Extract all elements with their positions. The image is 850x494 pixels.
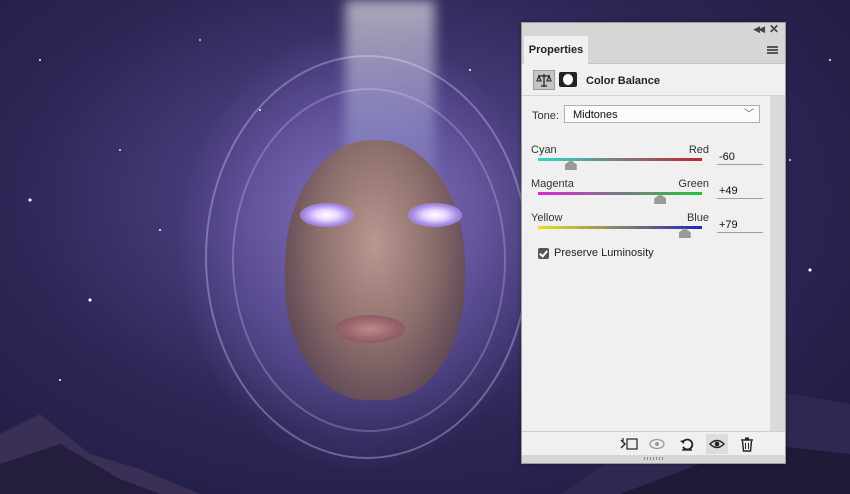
slider-track[interactable] (538, 192, 702, 195)
panel-menu-icon[interactable] (767, 46, 778, 54)
slider-left-label: Cyan (531, 144, 557, 156)
slider-right-label: Green (678, 178, 709, 190)
panel-content: Tone: Midtones ﹀ Cyan Red -60 Magenta Gr… (522, 96, 768, 431)
adjustment-title: Color Balance (586, 75, 660, 87)
clip-to-layer-icon (620, 438, 638, 450)
slider-value-field[interactable]: +79 (717, 218, 763, 233)
preserve-luminosity-checkbox[interactable] (538, 248, 549, 259)
view-previous-state-icon (649, 438, 665, 450)
delete-button[interactable] (736, 434, 758, 454)
slider-right-label: Red (688, 144, 709, 156)
clip-to-layer-button[interactable] (618, 434, 640, 454)
chevron-down-icon: ﹀ (744, 109, 754, 120)
panel-tabbar: Properties (522, 36, 785, 64)
slider-left-label: Yellow (531, 212, 563, 224)
glowing-eye-right (408, 203, 462, 227)
toggle-visibility-button[interactable] (706, 434, 728, 454)
delete-icon (741, 437, 753, 452)
properties-panel: ◀◀ ✕ Properties Color Balance Tone: Midt… (521, 22, 786, 464)
slider-right-label: Blue (686, 212, 709, 224)
tone-label: Tone: (532, 110, 559, 122)
reset-button[interactable] (676, 434, 698, 454)
tone-selected-value: Midtones (573, 109, 618, 121)
visibility-icon (709, 439, 725, 449)
slider-left-label: Magenta (531, 178, 574, 190)
tone-select[interactable]: Midtones ﹀ (564, 105, 760, 123)
slider-track[interactable] (538, 158, 702, 161)
slider-value-field[interactable]: -60 (717, 150, 763, 165)
yellow-blue-slider: Yellow Blue +79 (522, 212, 768, 252)
view-previous-state-button[interactable] (646, 434, 668, 454)
preserve-luminosity-label: Preserve Luminosity (554, 247, 654, 259)
reset-icon (680, 438, 694, 451)
close-icon[interactable]: ✕ (769, 22, 779, 36)
slider-track[interactable] (538, 226, 702, 229)
tab-properties[interactable]: Properties (524, 36, 588, 64)
panel-titlebar[interactable]: ◀◀ ✕ (522, 22, 785, 36)
adjustment-header: Color Balance (522, 65, 785, 96)
panel-footer (522, 431, 785, 456)
color-balance-icon[interactable] (533, 70, 555, 90)
scrollbar[interactable] (770, 96, 785, 431)
glowing-eye-left (300, 203, 354, 227)
slider-value-field[interactable]: +49 (717, 184, 763, 199)
layer-mask-icon[interactable] (559, 72, 577, 87)
collapse-icon[interactable]: ◀◀ (753, 24, 765, 35)
panel-resize-grip[interactable] (522, 455, 785, 463)
